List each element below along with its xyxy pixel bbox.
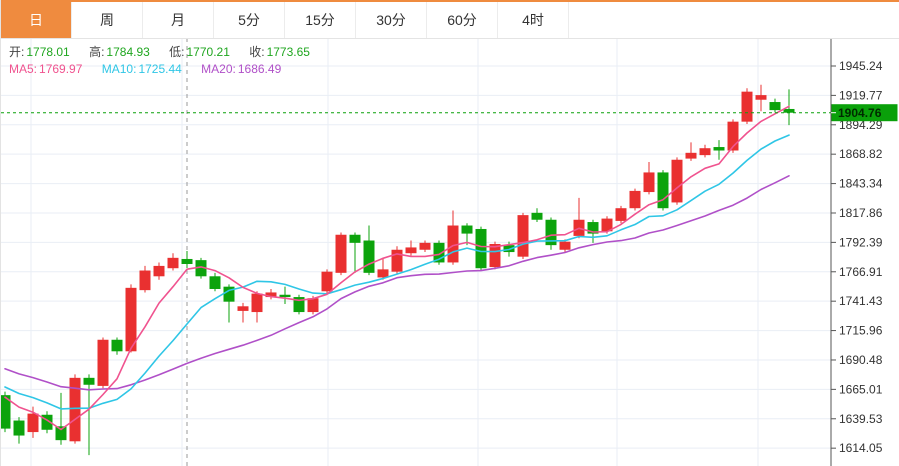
current-price-value: 1904.76 — [838, 106, 882, 120]
candle-body — [182, 259, 193, 264]
candle-body — [154, 266, 165, 276]
close-value: 1773.65 — [267, 45, 310, 59]
candle-body — [714, 147, 725, 150]
candle-body — [462, 226, 473, 234]
tab-timeframe-0[interactable]: 日 — [1, 2, 72, 38]
candle-body — [784, 109, 795, 113]
tab-timeframe-4[interactable]: 15分 — [285, 2, 356, 38]
tab-timeframe-7[interactable]: 4时 — [498, 2, 569, 38]
candle-body — [700, 148, 711, 155]
candle-body — [476, 229, 487, 268]
candle-body — [252, 294, 263, 312]
candle-body — [644, 172, 655, 192]
high-value: 1784.93 — [106, 45, 149, 59]
chart-area: 1945.241919.771894.291868.821843.341817.… — [1, 0, 899, 466]
candle-body — [350, 235, 361, 243]
candle-body — [140, 271, 151, 291]
y-axis-tick-label: 1792.39 — [839, 235, 883, 249]
tab-timeframe-1[interactable]: 周 — [72, 2, 143, 38]
high-label: 高: — [89, 45, 104, 59]
candle-body — [392, 250, 403, 272]
candle-body — [420, 243, 431, 250]
candles — [1, 85, 795, 455]
chart-widget: 1945.241919.771894.291868.821843.341817.… — [0, 0, 899, 466]
open-value: 1778.01 — [26, 45, 69, 59]
candle-body — [322, 272, 333, 292]
candle-body — [756, 95, 767, 100]
ohlc-info: 开:1778.01 高:1784.93 低:1770.21 收:1773.65 … — [9, 44, 312, 78]
y-axis-tick-label: 1945.24 — [839, 59, 883, 73]
y-axis-tick-label: 1741.43 — [839, 294, 883, 308]
candle-body — [742, 92, 753, 122]
timeframe-tabbar: 日周月5分15分30分60分4时 — [1, 2, 899, 39]
candle-body — [518, 215, 529, 257]
candle-body — [308, 298, 319, 312]
candle-body — [672, 160, 683, 203]
y-axis-tick-label: 1868.82 — [839, 147, 883, 161]
open-label: 开: — [9, 45, 24, 59]
low-value: 1770.21 — [187, 45, 230, 59]
candle-body — [532, 213, 543, 220]
candle-body — [364, 241, 375, 273]
candle-body — [616, 208, 627, 221]
candle-body — [98, 340, 109, 386]
candle-body — [14, 421, 25, 436]
y-axis-tick-label: 1817.86 — [839, 206, 883, 220]
candle-body — [112, 340, 123, 352]
candle-body — [658, 172, 669, 208]
y-axis-tick-label: 1614.05 — [839, 441, 883, 455]
y-axis-tick-label: 1665.01 — [839, 382, 883, 396]
ma20-line — [5, 176, 789, 390]
tab-timeframe-5[interactable]: 30分 — [356, 2, 427, 38]
candle-body — [336, 235, 347, 273]
ma5-value: 1769.97 — [39, 62, 82, 76]
candle-body — [210, 276, 221, 289]
candle-body — [770, 102, 781, 110]
close-label: 收: — [249, 45, 264, 59]
tab-timeframe-6[interactable]: 60分 — [427, 2, 498, 38]
ma-line: MA5:1769.97 MA10:1725.44 MA20:1686.49 — [9, 61, 312, 78]
candle-body — [280, 295, 291, 297]
ma20-label: MA20: — [201, 62, 236, 76]
y-axis-tick-label: 1766.91 — [839, 265, 883, 279]
candle-body — [238, 306, 249, 311]
y-axis-tick-label: 1843.34 — [839, 177, 883, 191]
low-label: 低: — [169, 45, 184, 59]
candle-body — [378, 269, 389, 277]
candle-body — [560, 242, 571, 250]
ohlc-line: 开:1778.01 高:1784.93 低:1770.21 收:1773.65 — [9, 44, 312, 61]
tab-timeframe-2[interactable]: 月 — [143, 2, 214, 38]
y-axis-tick-label: 1639.53 — [839, 412, 883, 426]
ma10-value: 1725.44 — [138, 62, 181, 76]
candle-body — [630, 191, 641, 208]
candle-body — [28, 414, 39, 432]
y-axis-tick-label: 1690.48 — [839, 353, 883, 367]
current-price-tag: 1904.76 — [831, 104, 898, 121]
ma20-value: 1686.49 — [238, 62, 281, 76]
tab-timeframe-3[interactable]: 5分 — [214, 2, 285, 38]
ma10-label: MA10: — [102, 62, 137, 76]
candle-body — [84, 378, 95, 385]
y-axis-tick-label: 1715.96 — [839, 324, 883, 338]
candle-body — [406, 247, 417, 253]
candle-body — [168, 258, 179, 268]
y-axis-tick-label: 1919.77 — [839, 88, 883, 102]
candle-body — [686, 153, 697, 159]
ma5-label: MA5: — [9, 62, 37, 76]
candle-body — [56, 426, 67, 440]
